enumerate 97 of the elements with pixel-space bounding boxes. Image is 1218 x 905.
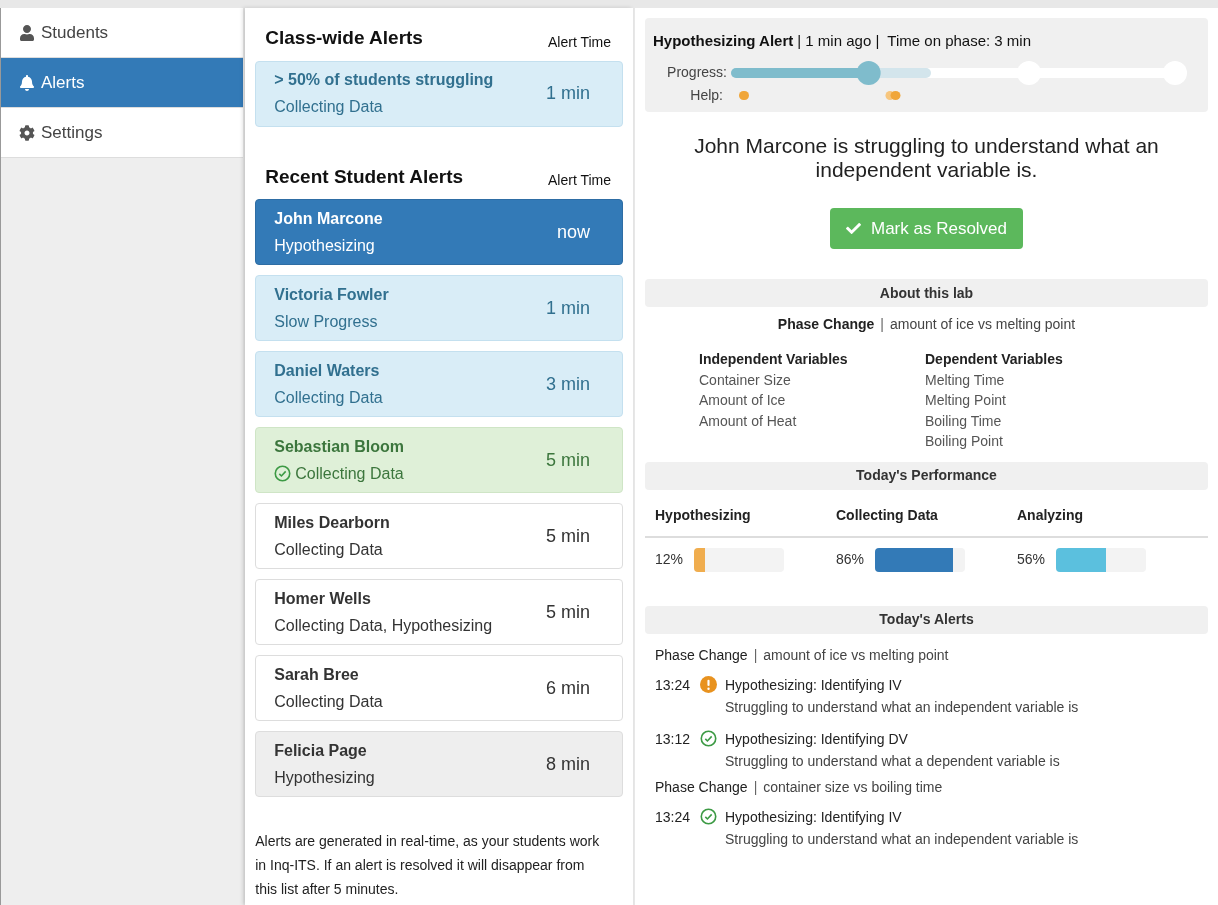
phase-percent: 12% — [655, 550, 685, 569]
alert-card[interactable]: Victoria Fowler Slow Progress 1 min — [255, 275, 623, 341]
section-title: Recent Student Alerts — [265, 164, 464, 189]
alert-phase: Hypothesizing — [274, 235, 375, 256]
alert-card[interactable]: Miles Dearborn Collecting Data 5 min — [255, 503, 623, 569]
phase-heading: Hypothesizing — [655, 505, 752, 525]
sidebar-item[interactable]: Students — [1, 8, 244, 58]
lab-description: amount of ice vs melting point — [889, 315, 1076, 334]
alert-title: Victoria Fowler — [274, 284, 389, 305]
phase-percent: 86% — [836, 550, 866, 569]
alert-phase: Hypothesizing — [274, 767, 375, 788]
alert-card[interactable]: Homer Wells Collecting Data, Hypothesizing 5 min — [255, 579, 623, 645]
alert-title: Sebastian Bloom — [274, 436, 405, 457]
section-header: About this lab — [645, 279, 1208, 307]
variable-name: Melting Time — [925, 370, 1006, 390]
alert-message: John Marcone is struggling to understand what an independent variable is. — [693, 134, 1160, 182]
alert-phase: Collecting Data — [274, 691, 383, 712]
progress-slider[interactable] — [731, 60, 1187, 85]
lab-description: amount of ice vs melting point — [763, 646, 949, 665]
variable-name: Boiling Time — [925, 411, 1003, 431]
phase-heading: Collecting Data — [836, 505, 939, 525]
check-circle-icon — [700, 808, 717, 825]
help-label: Help: — [689, 85, 724, 105]
separator: | — [753, 778, 758, 797]
column-header: Alert Time — [548, 32, 611, 52]
alert-time: 13:12 — [655, 729, 692, 749]
alert-time: 6 min — [546, 676, 590, 700]
alert-info: | 1 min ago | Time on phase: 3 min — [797, 31, 1032, 51]
alert-title: Hypothesizing: Identifying DV — [725, 729, 909, 749]
alert-card[interactable]: Sarah Bree Collecting Data 6 min — [255, 655, 623, 721]
alert-phase: Collecting Data — [274, 97, 383, 117]
settings-icon — [19, 124, 35, 141]
alert-time: 5 min — [546, 600, 590, 624]
alert-card[interactable]: Felicia Page Hypothesizing 8 min — [255, 731, 623, 797]
alert-card[interactable]: > 50% of students struggling Collecting Data 1 min — [255, 60, 623, 127]
lab-name: Phase Change — [655, 778, 748, 797]
check-circle-icon — [700, 730, 717, 747]
alert-detail: Struggling to understand what an independent variable is — [725, 697, 1079, 717]
progress-label: Progress: — [666, 63, 727, 82]
alert-time: 1 min — [546, 296, 590, 320]
alert-time: 8 min — [546, 752, 590, 776]
warning-icon — [700, 676, 717, 693]
section-header: Today's Performance — [645, 461, 1208, 490]
alert-title: Homer Wells — [274, 588, 372, 609]
column-header: Alert Time — [548, 171, 611, 190]
alert-title: John Marcone — [274, 208, 383, 229]
check-circle-icon — [274, 465, 292, 482]
alert-time: now — [556, 220, 590, 244]
alert-card[interactable]: John Marcone Hypothesizing now — [255, 199, 623, 265]
alert-title: Sarah Bree — [274, 664, 360, 685]
sidebar-item[interactable]: Alerts — [1, 58, 244, 108]
alert-time: 1 min — [546, 82, 590, 105]
user-icon — [19, 24, 35, 41]
variables-heading: Dependent Variables — [925, 350, 1064, 369]
resolve-button[interactable]: Mark as Resolved — [829, 208, 1024, 249]
separator: | — [753, 646, 758, 665]
variable-name: Amount of Heat — [699, 411, 798, 431]
phase-heading: Analyzing — [1017, 505, 1085, 525]
variable-name: Boiling Point — [925, 432, 1004, 451]
alert-title: Miles Dearborn — [274, 512, 390, 533]
lab-name: Phase Change — [777, 315, 875, 334]
variable-name: Amount of Ice — [699, 391, 787, 410]
alert-heading: Hypothesizing Alert — [653, 31, 794, 51]
check-icon — [845, 221, 861, 236]
lab-description: container size vs boiling time — [763, 778, 943, 797]
alert-time: 5 min — [546, 448, 590, 472]
alert-detail: Struggling to understand what an independent variable is — [725, 829, 1079, 849]
alert-phase: Collecting Data — [274, 387, 383, 408]
variable-name: Melting Point — [925, 391, 1007, 410]
alert-title: Hypothesizing: Identifying IV — [725, 675, 903, 695]
phase-percent: 56% — [1017, 550, 1047, 569]
alert-phase: Collecting Data, Hypothesizing — [274, 615, 493, 636]
alert-title: Hypothesizing: Identifying IV — [725, 807, 903, 827]
alert-title: Daniel Waters — [274, 360, 381, 381]
help-marker — [739, 91, 749, 100]
section-header: Today's Alerts — [645, 605, 1208, 634]
alert-time: 3 min — [546, 372, 590, 396]
alert-card[interactable]: Sebastian Bloom Collecting Data 5 min — [255, 427, 623, 493]
help-marker — [885, 91, 901, 100]
lab-name: Phase Change — [655, 646, 748, 665]
alert-phase: Collecting Data — [274, 539, 383, 560]
alert-time: 13:24 — [655, 807, 692, 827]
alert-title: > 50% of students struggling — [274, 70, 494, 90]
alert-time: 5 min — [546, 524, 590, 548]
footnote: Alerts are generated in real-time, as your students work in Inq-ITS. If an alert is resolved it will disappear from this list after 5 minutes. — [255, 832, 601, 899]
alert-title: Felicia Page — [274, 740, 368, 761]
separator: | — [880, 315, 884, 334]
alert-detail: Struggling to understand what a dependent variable is — [725, 751, 1060, 771]
sidebar-item[interactable]: Settings — [1, 108, 244, 158]
alert-phase: Collecting Data — [295, 463, 404, 484]
section-title: Class-wide Alerts — [265, 26, 423, 50]
variables-heading: Independent Variables — [699, 350, 849, 369]
variable-name: Container Size — [699, 370, 792, 390]
alert-time: 13:24 — [655, 675, 692, 695]
alert-card[interactable]: Daniel Waters Collecting Data 3 min — [255, 351, 623, 417]
alert-phase: Slow Progress — [274, 311, 378, 332]
bell-icon — [19, 74, 35, 91]
